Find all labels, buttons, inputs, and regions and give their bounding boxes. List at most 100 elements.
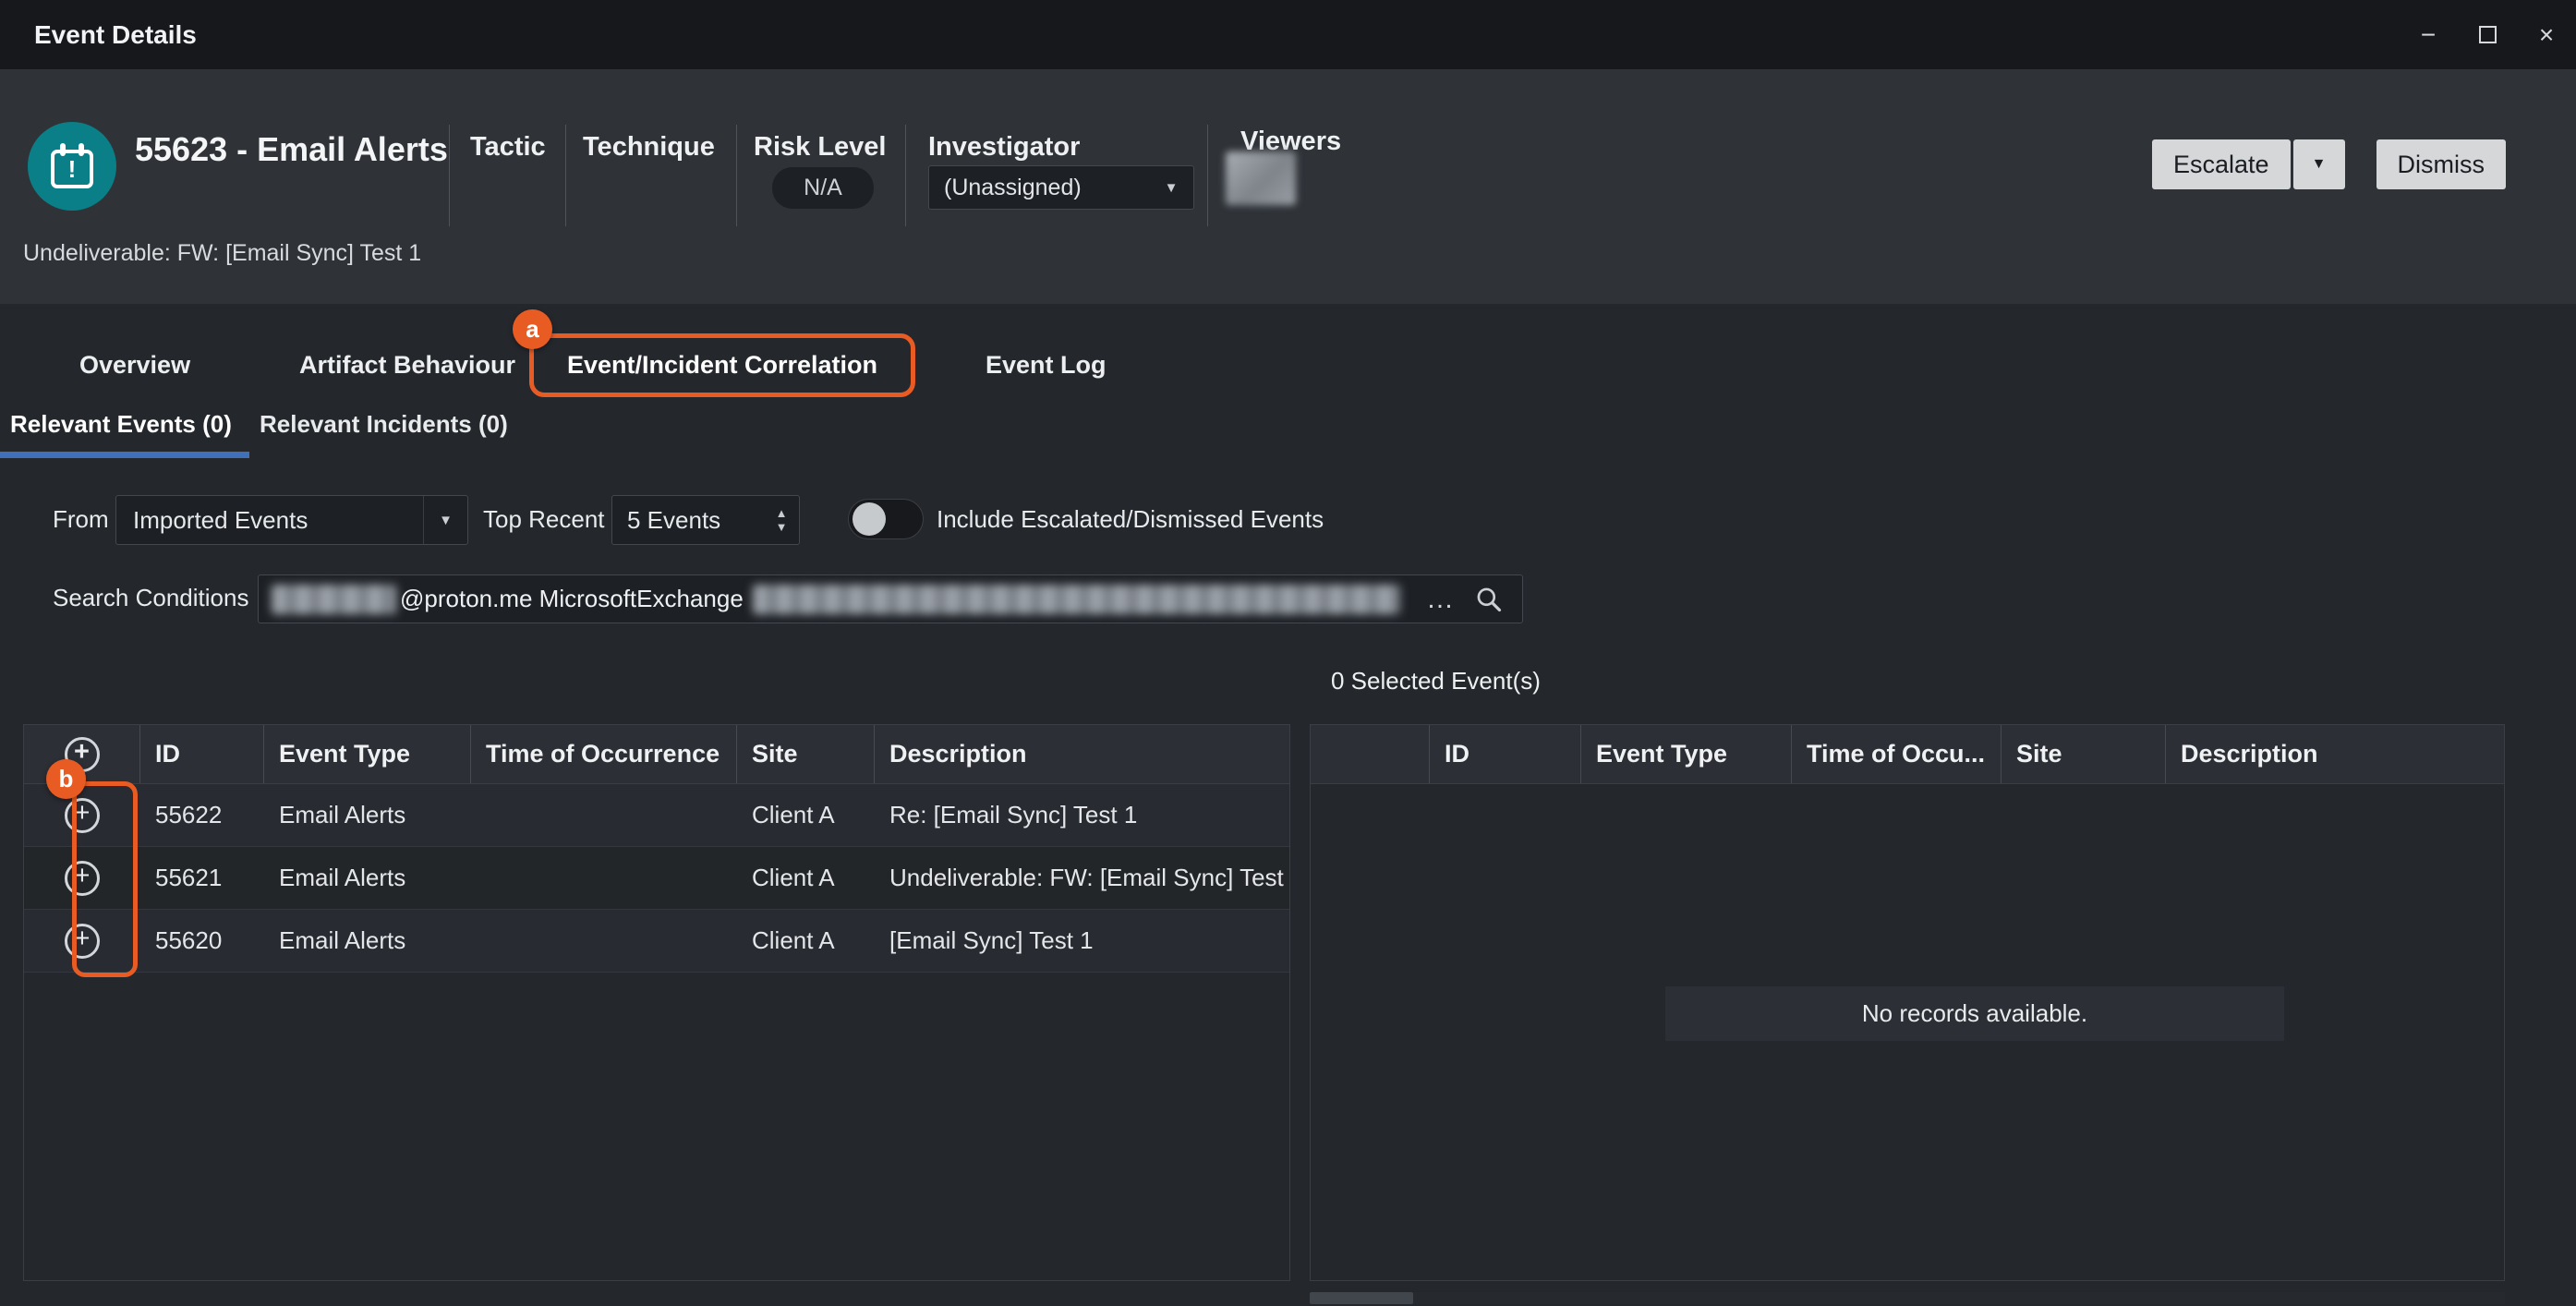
event-calendar-icon: ! xyxy=(28,122,116,211)
maximize-icon xyxy=(2479,26,2497,43)
event-title: 55623 - Email Alerts xyxy=(135,130,448,169)
titlebar: Event Details − × xyxy=(0,0,2576,69)
top-recent-value: 5 Events xyxy=(612,506,764,535)
from-dropdown-value: Imported Events xyxy=(116,506,423,535)
top-recent-input[interactable]: 5 Events ▲ ▼ xyxy=(611,495,800,545)
column-header-time[interactable]: Time of Occu... xyxy=(1792,725,2002,783)
cell-event-type: Email Alerts xyxy=(264,847,471,909)
tab-overview[interactable]: Overview xyxy=(79,351,190,380)
exclamation-icon: ! xyxy=(54,153,90,185)
risk-level-label: Risk Level xyxy=(754,132,886,163)
cell-site: Client A xyxy=(737,910,875,972)
relevant-events-table: + ID Event Type Time of Occurrence Site … xyxy=(23,724,1290,1281)
from-label: From xyxy=(53,505,109,534)
column-header-site[interactable]: Site xyxy=(2002,725,2166,783)
close-button[interactable]: × xyxy=(2517,0,2576,69)
search-conditions-input[interactable]: @proton.me MicrosoftExchange … xyxy=(258,574,1523,623)
add-event-button[interactable]: + xyxy=(65,924,100,959)
include-escalated-label: Include Escalated/Dismissed Events xyxy=(937,505,1324,534)
subtab-relevant-events[interactable]: Relevant Events (0) xyxy=(10,410,232,439)
column-header-event-type[interactable]: Event Type xyxy=(264,725,471,783)
window-controls: − × xyxy=(2399,0,2576,69)
event-subtitle: Undeliverable: FW: [Email Sync] Test 1 xyxy=(23,240,421,267)
tab-artifact-behaviour[interactable]: Artifact Behaviour xyxy=(299,351,515,380)
technique-label: Technique xyxy=(583,132,715,163)
divider xyxy=(736,125,737,226)
table-row[interactable]: + 55621 Email Alerts Client A Undelivera… xyxy=(24,847,1289,910)
close-icon: × xyxy=(2539,20,2554,50)
redacted-text xyxy=(272,585,396,614)
cell-id: 55620 xyxy=(140,910,264,972)
cell-time xyxy=(471,910,737,972)
cell-id: 55622 xyxy=(140,784,264,846)
chevron-down-icon: ▼ xyxy=(1149,166,1193,209)
table-row[interactable]: + 55620 Email Alerts Client A [Email Syn… xyxy=(24,910,1289,973)
minimize-button[interactable]: − xyxy=(2399,0,2458,69)
dismiss-button[interactable]: Dismiss xyxy=(2376,139,2507,189)
redacted-text xyxy=(753,585,1400,614)
add-event-button[interactable]: + xyxy=(65,861,100,896)
risk-level-value: N/A xyxy=(772,167,874,209)
column-header-id[interactable]: ID xyxy=(140,725,264,783)
divider xyxy=(565,125,566,226)
search-button[interactable] xyxy=(1469,585,1509,614)
table-row[interactable]: + 55622 Email Alerts Client A Re: [Email… xyxy=(24,784,1289,847)
cell-site: Client A xyxy=(737,784,875,846)
escalate-dropdown-button[interactable]: ▼ xyxy=(2293,139,2345,189)
cell-description: [Email Sync] Test 1 xyxy=(875,910,1289,972)
investigator-label: Investigator xyxy=(928,132,1080,163)
top-recent-label: Top Recent xyxy=(483,505,605,534)
more-options-button[interactable]: … xyxy=(1413,584,1469,615)
search-conditions-label: Search Conditions xyxy=(53,584,248,612)
toggle-knob xyxy=(853,502,886,536)
maximize-button[interactable] xyxy=(2458,0,2517,69)
column-header-description[interactable]: Description xyxy=(875,725,1289,783)
divider xyxy=(449,125,450,226)
chevron-down-icon: ▼ xyxy=(2312,156,2327,172)
cell-event-type: Email Alerts xyxy=(264,910,471,972)
cell-time xyxy=(471,784,737,846)
plus-icon: + xyxy=(75,800,91,827)
annotation-badge-a: a xyxy=(513,309,552,349)
annotation-badge-b: b xyxy=(46,759,86,799)
divider xyxy=(1207,125,1208,226)
include-escalated-toggle[interactable] xyxy=(848,499,924,539)
from-dropdown[interactable]: Imported Events ▼ xyxy=(115,495,468,545)
selected-events-table: ID Event Type Time of Occu... Site Descr… xyxy=(1310,724,2505,1281)
chevron-down-icon: ▼ xyxy=(423,496,467,544)
search-icon xyxy=(1474,585,1504,614)
column-header-time[interactable]: Time of Occurrence xyxy=(471,725,737,783)
event-header: ! 55623 - Email Alerts Tactic Technique … xyxy=(0,69,2576,304)
investigator-dropdown[interactable]: (Unassigned) ▼ xyxy=(928,165,1194,210)
column-header-description[interactable]: Description xyxy=(2166,725,2504,783)
active-subtab-underline xyxy=(0,452,249,458)
table-header-row: ID Event Type Time of Occu... Site Descr… xyxy=(1311,725,2504,784)
horizontal-scrollbar[interactable] xyxy=(1310,1292,2505,1304)
header-actions: Escalate ▼ Dismiss xyxy=(2152,139,2506,189)
add-column-header xyxy=(1311,725,1430,783)
escalate-button[interactable]: Escalate xyxy=(2152,139,2291,189)
search-conditions-value: @proton.me MicrosoftExchange xyxy=(400,585,744,613)
cell-event-type: Email Alerts xyxy=(264,784,471,846)
column-header-event-type[interactable]: Event Type xyxy=(1581,725,1792,783)
cell-description: Undeliverable: FW: [Email Sync] Test 1 xyxy=(875,847,1289,909)
scrollbar-thumb[interactable] xyxy=(1310,1292,1413,1304)
column-header-id[interactable]: ID xyxy=(1430,725,1581,783)
tab-event-log[interactable]: Event Log xyxy=(986,351,1107,380)
spinner-down-icon[interactable]: ▼ xyxy=(776,521,788,533)
tab-event-incident-correlation[interactable]: Event/Incident Correlation xyxy=(529,333,915,397)
cell-time xyxy=(471,847,737,909)
subtab-relevant-incidents[interactable]: Relevant Incidents (0) xyxy=(260,410,508,439)
spinner-up-icon[interactable]: ▲ xyxy=(776,507,788,519)
cell-id: 55621 xyxy=(140,847,264,909)
cell-description: Re: [Email Sync] Test 1 xyxy=(875,784,1289,846)
column-header-site[interactable]: Site xyxy=(737,725,875,783)
event-details-window: Event Details − × ! 55623 - Email Alerts… xyxy=(0,0,2576,1306)
tactic-label: Tactic xyxy=(470,132,546,163)
viewer-avatar xyxy=(1226,151,1296,205)
plus-icon: + xyxy=(75,863,91,889)
no-records-message: No records available. xyxy=(1665,986,2284,1041)
table-header-row: + ID Event Type Time of Occurrence Site … xyxy=(24,725,1289,784)
add-event-button[interactable]: + xyxy=(65,798,100,833)
selected-events-count: 0 Selected Event(s) xyxy=(1331,667,1541,695)
